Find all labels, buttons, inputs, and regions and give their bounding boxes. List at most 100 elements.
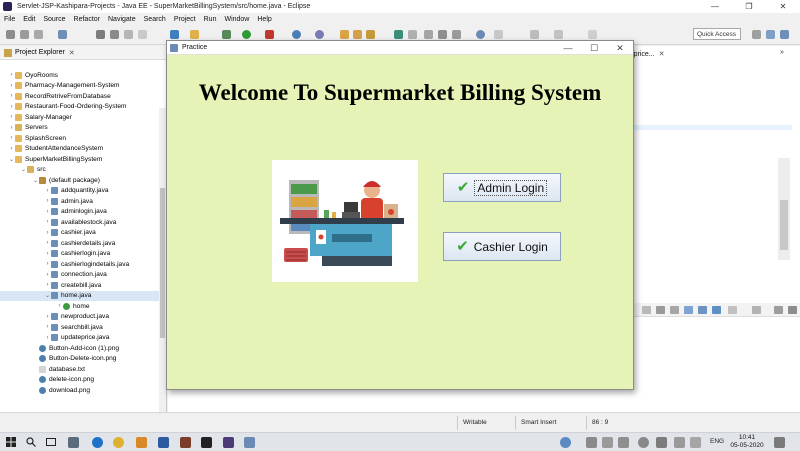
console-display-selected-icon[interactable] [698,306,707,314]
save-all-icon[interactable] [34,30,43,39]
system-clock[interactable]: 10:41 05-05-2020 [730,434,764,450]
tree-item[interactable]: › Salary-Manager [0,112,160,123]
last-edit-icon[interactable] [530,30,539,39]
block-selection-icon[interactable] [438,30,447,39]
menu-file[interactable]: File [4,16,15,23]
pin-icon[interactable] [394,30,403,39]
search-icon[interactable] [25,436,37,448]
menu-window[interactable]: Window [224,16,249,23]
collapsed-chevron-icon[interactable]: › [44,188,51,194]
new-package-icon[interactable] [315,30,324,39]
debug-icon[interactable] [222,30,231,39]
next-annotation-icon[interactable] [476,30,485,39]
previous-annotation-icon[interactable] [494,30,503,39]
tree-item[interactable]: Button-Add-icon (1).png [0,343,160,354]
quick-access-field[interactable]: Quick Access [693,28,741,40]
tree-item[interactable]: › cashier.java [0,228,160,239]
skip-breakpoints-icon[interactable] [96,30,105,39]
open-task-icon[interactable] [353,30,362,39]
tree-item[interactable]: › searchbill.java [0,322,160,333]
editor-tab-close-icon[interactable]: ✕ [659,50,665,58]
onedrive-tray-icon[interactable] [618,437,629,448]
collapsed-chevron-icon[interactable]: › [44,314,51,320]
tree-item[interactable]: › cashierdetails.java [0,238,160,249]
expanded-chevron-icon[interactable]: ⌄ [20,166,27,173]
suspend-icon[interactable] [124,30,133,39]
menu-edit[interactable]: Edit [23,16,35,23]
collapsed-chevron-icon[interactable]: › [8,135,15,141]
menu-help[interactable]: Help [257,16,271,23]
tree-item[interactable]: Button-Delete-icon.png [0,354,160,365]
tree-item[interactable]: › OyoRooms [0,70,160,81]
collapsed-chevron-icon[interactable]: › [56,303,63,309]
editor-vertical-scrollbar[interactable] [778,158,790,260]
explorer-vertical-scrollbar[interactable] [159,108,166,448]
practice-title-bar[interactable]: Practice — ☐ ✕ [167,41,633,55]
console-scroll-lock-icon[interactable] [656,306,665,314]
tree-item[interactable]: › addquantity.java [0,186,160,197]
task-view-icon[interactable] [45,436,57,448]
explorer-scroll-thumb[interactable] [160,188,165,338]
collapsed-chevron-icon[interactable]: › [44,261,51,267]
expanded-chevron-icon[interactable]: ⌄ [8,156,15,163]
eclipse-close-button[interactable]: ✕ [766,0,800,13]
collapsed-chevron-icon[interactable]: › [44,198,51,204]
collapsed-chevron-icon[interactable]: › [8,104,15,110]
notifications-icon[interactable] [774,437,785,448]
tree-item[interactable]: › availablestock.java [0,217,160,228]
tree-item[interactable]: › updateprice.java [0,333,160,344]
collapsed-chevron-icon[interactable]: › [44,282,51,288]
console-clear-icon[interactable] [642,306,651,314]
menu-project[interactable]: Project [174,16,196,23]
tree-item[interactable]: › admin.java [0,196,160,207]
wifi-tray-icon[interactable] [656,437,667,448]
annotation-icon[interactable] [408,30,417,39]
tree-item[interactable]: › Restaurant-Food-Ordering-System [0,102,160,113]
sound-tray-icon[interactable] [638,437,649,448]
forward-icon[interactable] [588,30,597,39]
menu-navigate[interactable]: Navigate [108,16,136,23]
tree-item[interactable]: › RecordRetriveFromDatabase [0,91,160,102]
tree-item[interactable]: › newproduct.java [0,312,160,323]
tree-item[interactable]: › connection.java [0,270,160,281]
tree-item[interactable]: database.txt [0,364,160,375]
collapsed-chevron-icon[interactable]: › [8,114,15,120]
step-into-icon[interactable] [170,30,179,39]
debug-perspective-icon[interactable] [780,30,789,39]
file-explorer-app-icon[interactable] [68,437,79,448]
tree-item[interactable]: ⌄ SuperMarketBillingSystem [0,154,160,165]
run-icon[interactable] [242,30,251,39]
language-indicator[interactable]: ENG [710,438,724,445]
search-icon[interactable] [366,30,375,39]
open-folder-icon[interactable] [340,30,349,39]
tree-item[interactable]: › cashierlogin.java [0,249,160,260]
menu-refactor[interactable]: Refactor [74,16,100,23]
collapsed-chevron-icon[interactable]: › [8,125,15,131]
console-maximize-icon[interactable] [788,306,797,314]
back-icon[interactable] [554,30,563,39]
dropbox-tray-icon[interactable] [602,437,613,448]
console-open-icon[interactable] [712,306,721,314]
menu-source[interactable]: Source [43,16,65,23]
collapsed-chevron-icon[interactable]: › [44,240,51,246]
console-pin-icon[interactable] [684,306,693,314]
battery-tray-icon[interactable] [690,437,701,448]
project-explorer-title[interactable]: Project Explorer [15,49,65,56]
console-word-wrap-icon[interactable] [670,306,679,314]
menu-run[interactable]: Run [204,16,217,23]
whitespace-icon[interactable] [452,30,461,39]
project-explorer-close-icon[interactable]: ✕ [69,49,75,57]
collapsed-chevron-icon[interactable]: › [44,251,51,257]
more-tabs-icon[interactable]: » [780,49,784,56]
collapsed-chevron-icon[interactable]: › [8,83,15,89]
collapsed-chevron-icon[interactable]: › [44,219,51,225]
new-icon[interactable] [6,30,15,39]
sublime-app-icon[interactable] [180,437,191,448]
collapsed-chevron-icon[interactable]: › [8,146,15,152]
practice-minimize-button[interactable]: — [555,41,581,55]
console-minimize-icon[interactable] [774,306,783,314]
eclipse-maximize-button[interactable]: ❐ [732,0,766,13]
toggle-word-wrap-icon[interactable] [424,30,433,39]
expanded-chevron-icon[interactable]: ⌄ [32,177,39,184]
tree-item[interactable]: › StudentAttendanceSystem [0,144,160,155]
